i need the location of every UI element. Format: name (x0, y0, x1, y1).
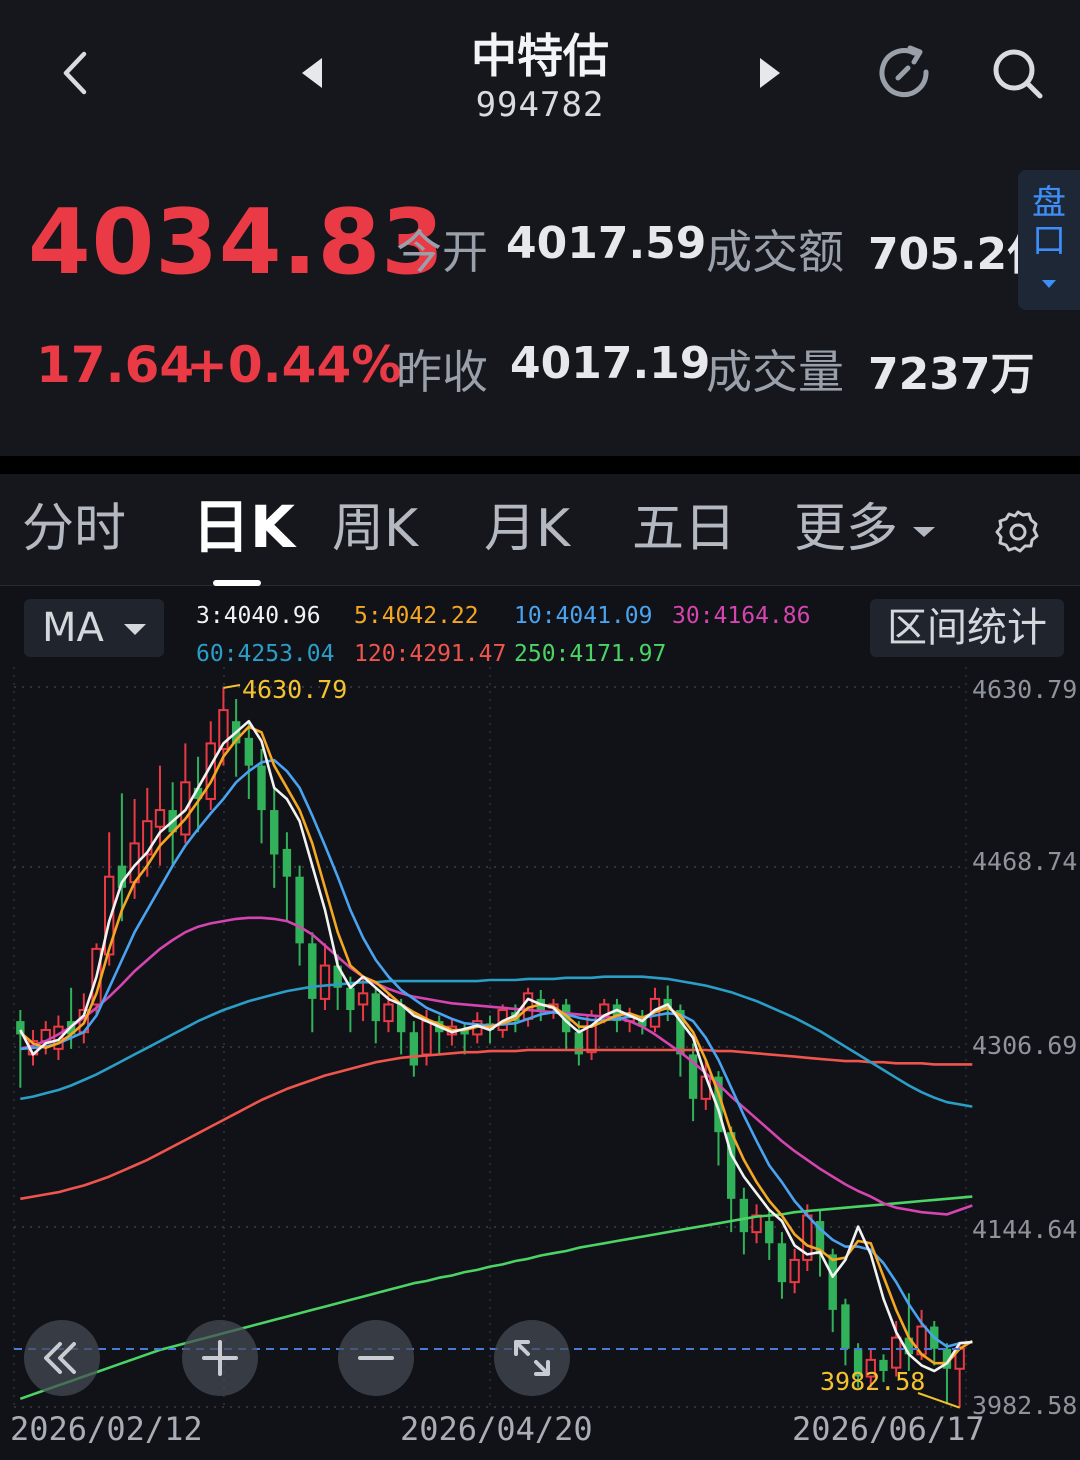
x-tick-label: 2026/04/20 (400, 1410, 593, 1448)
tab-intraday[interactable]: 分时 (22, 496, 126, 562)
candle-body (319, 964, 331, 1000)
caret-down-icon (912, 527, 935, 537)
plus-icon (202, 1340, 238, 1376)
candle-body (295, 876, 304, 944)
previous-stock-icon[interactable] (298, 56, 328, 90)
tab-five-day[interactable]: 五日 (632, 496, 736, 562)
last-price: 4034.83 (28, 190, 445, 295)
candle-body (270, 810, 279, 855)
high-price-marker: 4630.79 (242, 675, 348, 704)
candle-body (777, 1243, 787, 1283)
candle-body (765, 1221, 774, 1244)
ma-line-ma30 (19, 916, 973, 1216)
candle-body (282, 848, 292, 877)
pankou-toggle[interactable]: 盘口 (1018, 170, 1080, 310)
candle-body (371, 993, 380, 1022)
prev-close-value: 4017.19 (510, 338, 711, 389)
top-nav-bar: 中特估 994782 (0, 0, 1080, 140)
fullscreen-button[interactable] (494, 1320, 570, 1396)
candle-body (789, 1258, 800, 1284)
expand-icon (514, 1340, 550, 1376)
price-change-percent: +0.44% (186, 336, 402, 394)
tab-daily-k[interactable]: 日K (192, 494, 295, 560)
candle-body (244, 737, 254, 766)
y-tick-label: 4468.74 (972, 847, 1078, 876)
amount-label: 成交额 (706, 225, 844, 279)
candle-body (890, 1336, 902, 1369)
y-tick-label: 4144.64 (972, 1215, 1078, 1244)
high-marker-pointer (223, 684, 241, 689)
tab-more-label: 更多 (794, 499, 899, 559)
zoom-in-button[interactable] (182, 1320, 258, 1396)
x-tick-label: 2026/02/12 (10, 1410, 203, 1448)
tab-more[interactable]: 更多 (794, 496, 937, 562)
candle-body (383, 1003, 394, 1023)
back-arrow-icon[interactable] (56, 48, 96, 98)
candle-body (308, 943, 317, 999)
period-tabs: 分时 日K 周K 月K 五日 更多 (0, 474, 1080, 586)
stock-title-block: 中特估 994782 (340, 28, 740, 126)
candle-body (154, 809, 166, 828)
volume-label: 成交量 (706, 345, 844, 399)
zoom-out-button[interactable] (338, 1320, 414, 1396)
candle-body (739, 1198, 749, 1233)
open-value: 4017.59 (506, 218, 707, 269)
caret-down-icon (1042, 280, 1056, 288)
tab-weekly-k[interactable]: 周K (332, 496, 418, 562)
stock-code: 994782 (475, 85, 605, 125)
next-stock-icon[interactable] (754, 56, 784, 90)
candle-body (346, 987, 355, 1010)
candle-body (828, 1254, 837, 1310)
stock-name: 中特估 (471, 29, 609, 83)
candle-body (409, 1032, 419, 1066)
open-label: 今开 (396, 225, 488, 279)
search-icon[interactable] (986, 42, 1050, 106)
volume-value: 7237万 (868, 349, 1035, 400)
y-tick-label: 4306.69 (972, 1031, 1078, 1060)
candle-body (841, 1304, 850, 1349)
double-chevron-left-icon (44, 1342, 76, 1374)
section-divider (0, 456, 1080, 474)
candle-body (357, 992, 369, 1006)
tab-monthly-k[interactable]: 月K (484, 496, 570, 562)
active-tab-indicator (213, 580, 261, 586)
candle-body (421, 1020, 432, 1056)
prev-close-label: 昨收 (396, 345, 488, 399)
gear-icon[interactable] (994, 508, 1042, 556)
price-change: 17.64 (36, 336, 195, 394)
minus-icon (358, 1356, 394, 1360)
quote-panel: 4034.83 17.64 +0.44% 今开 4017.59 成交额 705.… (0, 140, 1080, 456)
y-tick-label: 3982.58 (972, 1391, 1078, 1420)
kline-chart-area: MA 3:4040.96 5:4042.22 10:4041.09 30:416… (0, 587, 1080, 1460)
pankou-label: 盘口 (1032, 183, 1066, 261)
ma-line-ma60 (20, 975, 973, 1108)
ma-line-ma120 (20, 1048, 973, 1201)
x-tick-label: 2026/06/17 (792, 1410, 985, 1448)
candle-body (257, 765, 266, 811)
refresh-icon[interactable] (874, 42, 938, 106)
y-tick-label: 4630.79 (972, 675, 1078, 704)
low-price-marker: 3982.58 (820, 1367, 926, 1396)
scroll-to-start-button[interactable] (24, 1320, 100, 1396)
